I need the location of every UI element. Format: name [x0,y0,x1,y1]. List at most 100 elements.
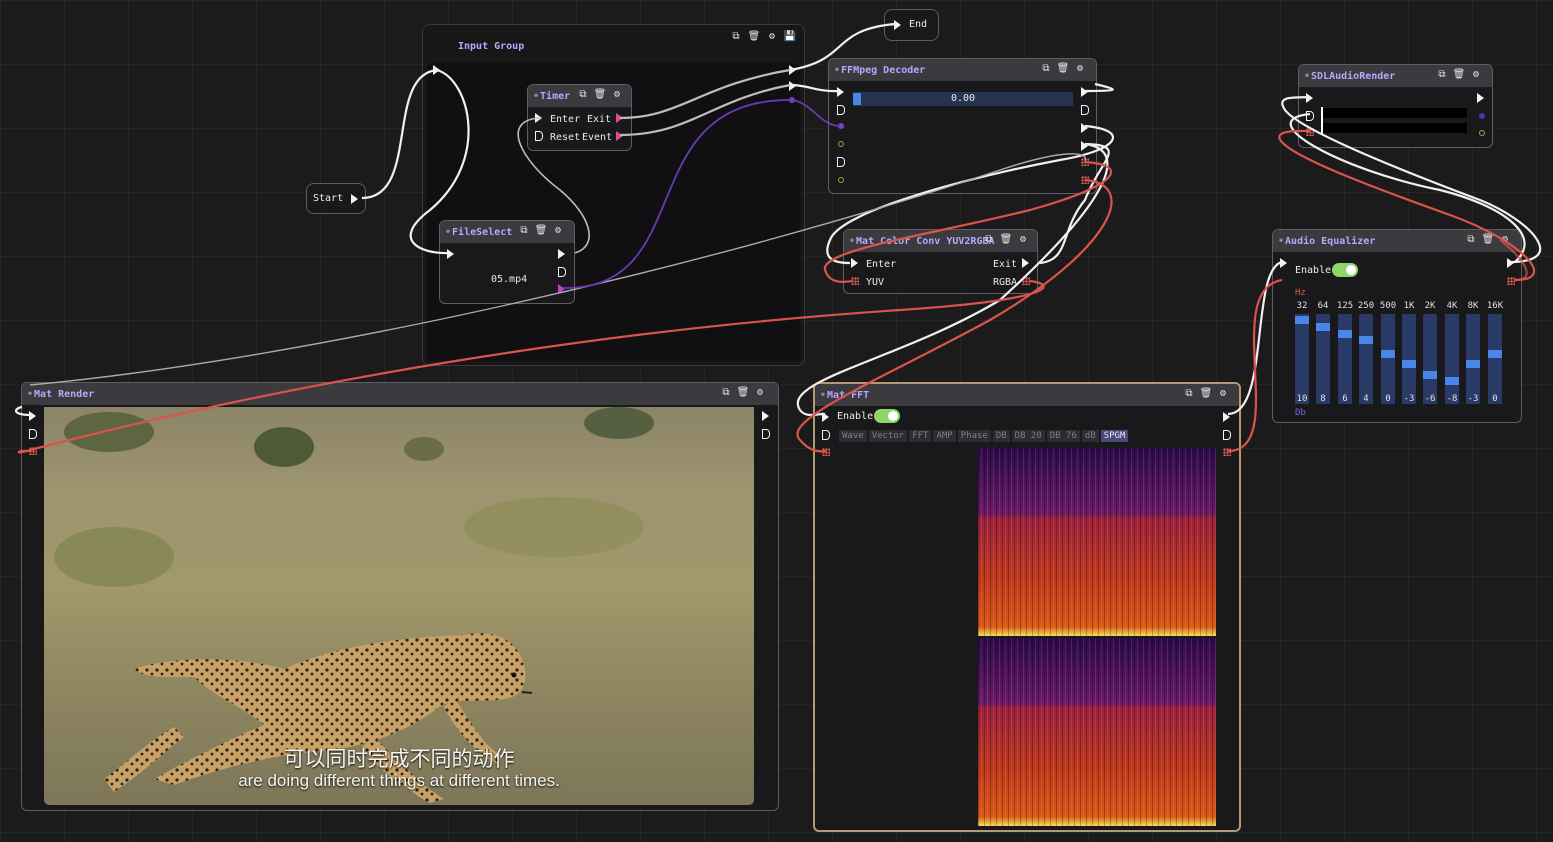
trash-icon[interactable]: 🗑 [737,387,750,399]
end-node[interactable]: End [884,9,939,41]
ffmpeg-video-mat-out-pin[interactable] [1081,158,1089,166]
ffmpeg-out-pin-3[interactable] [1081,123,1088,133]
clone-icon[interactable]: ⧉ [730,31,742,43]
trash-icon[interactable]: 🗑 [1482,234,1495,246]
eq-band-slider[interactable] [1338,314,1352,404]
fft-mat-in-pin[interactable] [822,448,830,456]
eq-band-slider[interactable] [1488,314,1502,404]
fft-exit-pin[interactable] [1223,412,1230,422]
fft-tab[interactable]: Phase [957,430,991,442]
ffmpeg-out-pin-4[interactable] [1081,141,1088,151]
fileselect-header[interactable]: FileSelect ⧉ 🗑 ⚙ [440,221,574,243]
trash-icon[interactable]: 🗑 [748,31,761,43]
eq-band-thumb[interactable] [1338,330,1352,338]
ffmpeg-opt-in-pin-2[interactable] [838,177,844,183]
eq-band-slider[interactable] [1359,314,1373,404]
eq-band-thumb[interactable] [1381,350,1395,358]
sdl-header[interactable]: SDLAudioRender ⧉ 🗑 ⚙ [1299,65,1492,87]
clone-icon[interactable]: ⧉ [1040,63,1052,75]
fft-tab[interactable]: FFT [909,430,932,442]
render-enter-pin[interactable] [29,411,36,421]
eq-band-thumb[interactable] [1295,316,1309,324]
render-header[interactable]: Mat Render ⧉ 🗑 ⚙ [22,383,778,405]
fileselect-out-pin[interactable] [558,249,565,259]
group-flow-out-pin[interactable] [789,65,796,75]
matcolor-rgba-out-pin[interactable] [1022,277,1030,285]
mat-fft-node[interactable]: Mat FFT ⧉ 🗑 ⚙ Enable WaveVectorFFTAMPPha… [813,382,1241,832]
ffmpeg-in-pin-3[interactable] [837,157,845,167]
eq-band-slider[interactable] [1445,314,1459,404]
fileselect-data-out-pin[interactable] [558,284,565,294]
video-frame[interactable]: 可以同时完成不同的动作 are doing different things a… [44,407,754,805]
gear-icon[interactable]: ⚙ [552,225,564,237]
eq-band-thumb[interactable] [1316,323,1330,331]
mat-render-node[interactable]: Mat Render ⧉ 🗑 ⚙ [21,382,779,811]
gear-icon[interactable]: ⚙ [611,89,623,101]
gear-icon[interactable]: ⚙ [1017,234,1029,246]
fft-tab[interactable]: DB [992,430,1010,442]
ffmpeg-in-pin-2[interactable] [837,105,845,115]
fft-in-pin-2[interactable] [822,430,830,440]
fft-tab[interactable]: Vector [868,430,908,442]
eq-band-thumb[interactable] [1488,350,1502,358]
trash-icon[interactable]: 🗑 [1453,69,1466,81]
ffmpeg-out-pin-1[interactable] [1081,87,1088,97]
fft-tab[interactable]: dB [1081,430,1099,442]
timer-event-pin[interactable] [616,131,623,141]
eq-band-thumb[interactable] [1402,360,1416,368]
timer-node[interactable]: Timer ⧉ 🗑 ⚙ Enter Exit Reset Event [527,84,632,151]
ffmpeg-out-pin-2[interactable] [1081,105,1089,115]
render-out-pin-2[interactable] [762,429,770,439]
eq-band-thumb[interactable] [1423,371,1437,379]
gear-icon[interactable]: ⚙ [766,31,778,43]
eq-exit-pin[interactable] [1507,258,1514,268]
eq-band-slider[interactable] [1381,314,1395,404]
render-mat-in-pin[interactable] [29,447,37,455]
ffmpeg-progress-bar[interactable]: 0.00 [853,92,1073,106]
fft-tab[interactable]: SPGM [1100,430,1129,442]
matcolor-enter-pin[interactable] [851,258,858,268]
eq-band-slider[interactable] [1423,314,1437,404]
ffmpeg-audio-mat-out-pin[interactable] [1081,176,1089,184]
sdl-exit-pin[interactable] [1477,93,1484,103]
group-data-out-pin[interactable] [789,97,795,103]
group-flow-in-pin[interactable] [433,65,440,75]
ffmpeg-enter-pin[interactable] [837,87,844,97]
fileselect-node[interactable]: FileSelect ⧉ 🗑 ⚙ 05.mp4 [439,220,575,304]
end-in-pin[interactable] [894,20,901,30]
trash-icon[interactable]: 🗑 [1000,234,1013,246]
eq-band-thumb[interactable] [1445,377,1459,385]
ffmpeg-decoder-node[interactable]: FFMpeg Decoder ⧉ 🗑 ⚙ 0.00 [828,58,1097,194]
fft-tab[interactable]: Wave [839,430,867,442]
fileselect-out-pin-2[interactable] [558,267,566,277]
gear-icon[interactable]: ⚙ [1217,388,1229,400]
trash-icon[interactable]: 🗑 [1057,63,1070,75]
matcolor-exit-pin[interactable] [1022,258,1029,268]
fileselect-filename[interactable]: 05.mp4 [491,274,527,285]
ffmpeg-header[interactable]: FFMpeg Decoder ⧉ 🗑 ⚙ [829,59,1096,81]
fft-tab[interactable]: DB 20 [1011,430,1045,442]
timer-enter-pin[interactable] [535,113,542,123]
ffmpeg-opt-in-pin[interactable] [838,141,844,147]
fft-tab[interactable]: DB 76 [1046,430,1080,442]
gear-icon[interactable]: ⚙ [1470,69,1482,81]
eq-band-slider[interactable] [1316,314,1330,404]
eq-band-slider[interactable] [1295,314,1309,404]
sdl-in-pin-2[interactable] [1306,111,1314,121]
trash-icon[interactable]: 🗑 [594,89,607,101]
clone-icon[interactable]: ⧉ [720,387,732,399]
group-flow-out-pin-2[interactable] [789,81,796,91]
fft-mat-out-pin[interactable] [1223,448,1231,456]
sdl-data-out-pin[interactable] [1479,113,1485,119]
fileselect-in-pin[interactable] [447,249,454,259]
clone-icon[interactable]: ⧉ [1183,388,1195,400]
input-group[interactable]: Input Group ⧉ 🗑 ⚙ 💾 [422,24,805,366]
fft-enter-pin[interactable] [822,412,829,422]
eq-band-thumb[interactable] [1359,336,1373,344]
matcolor-yuv-in-pin[interactable] [851,277,859,285]
sdl-audio-render-node[interactable]: SDLAudioRender ⧉ 🗑 ⚙ [1298,64,1493,148]
render-exit-pin[interactable] [762,411,769,421]
clone-icon[interactable]: ⧉ [518,225,530,237]
clone-icon[interactable]: ⧉ [1436,69,1448,81]
gear-icon[interactable]: ⚙ [754,387,766,399]
